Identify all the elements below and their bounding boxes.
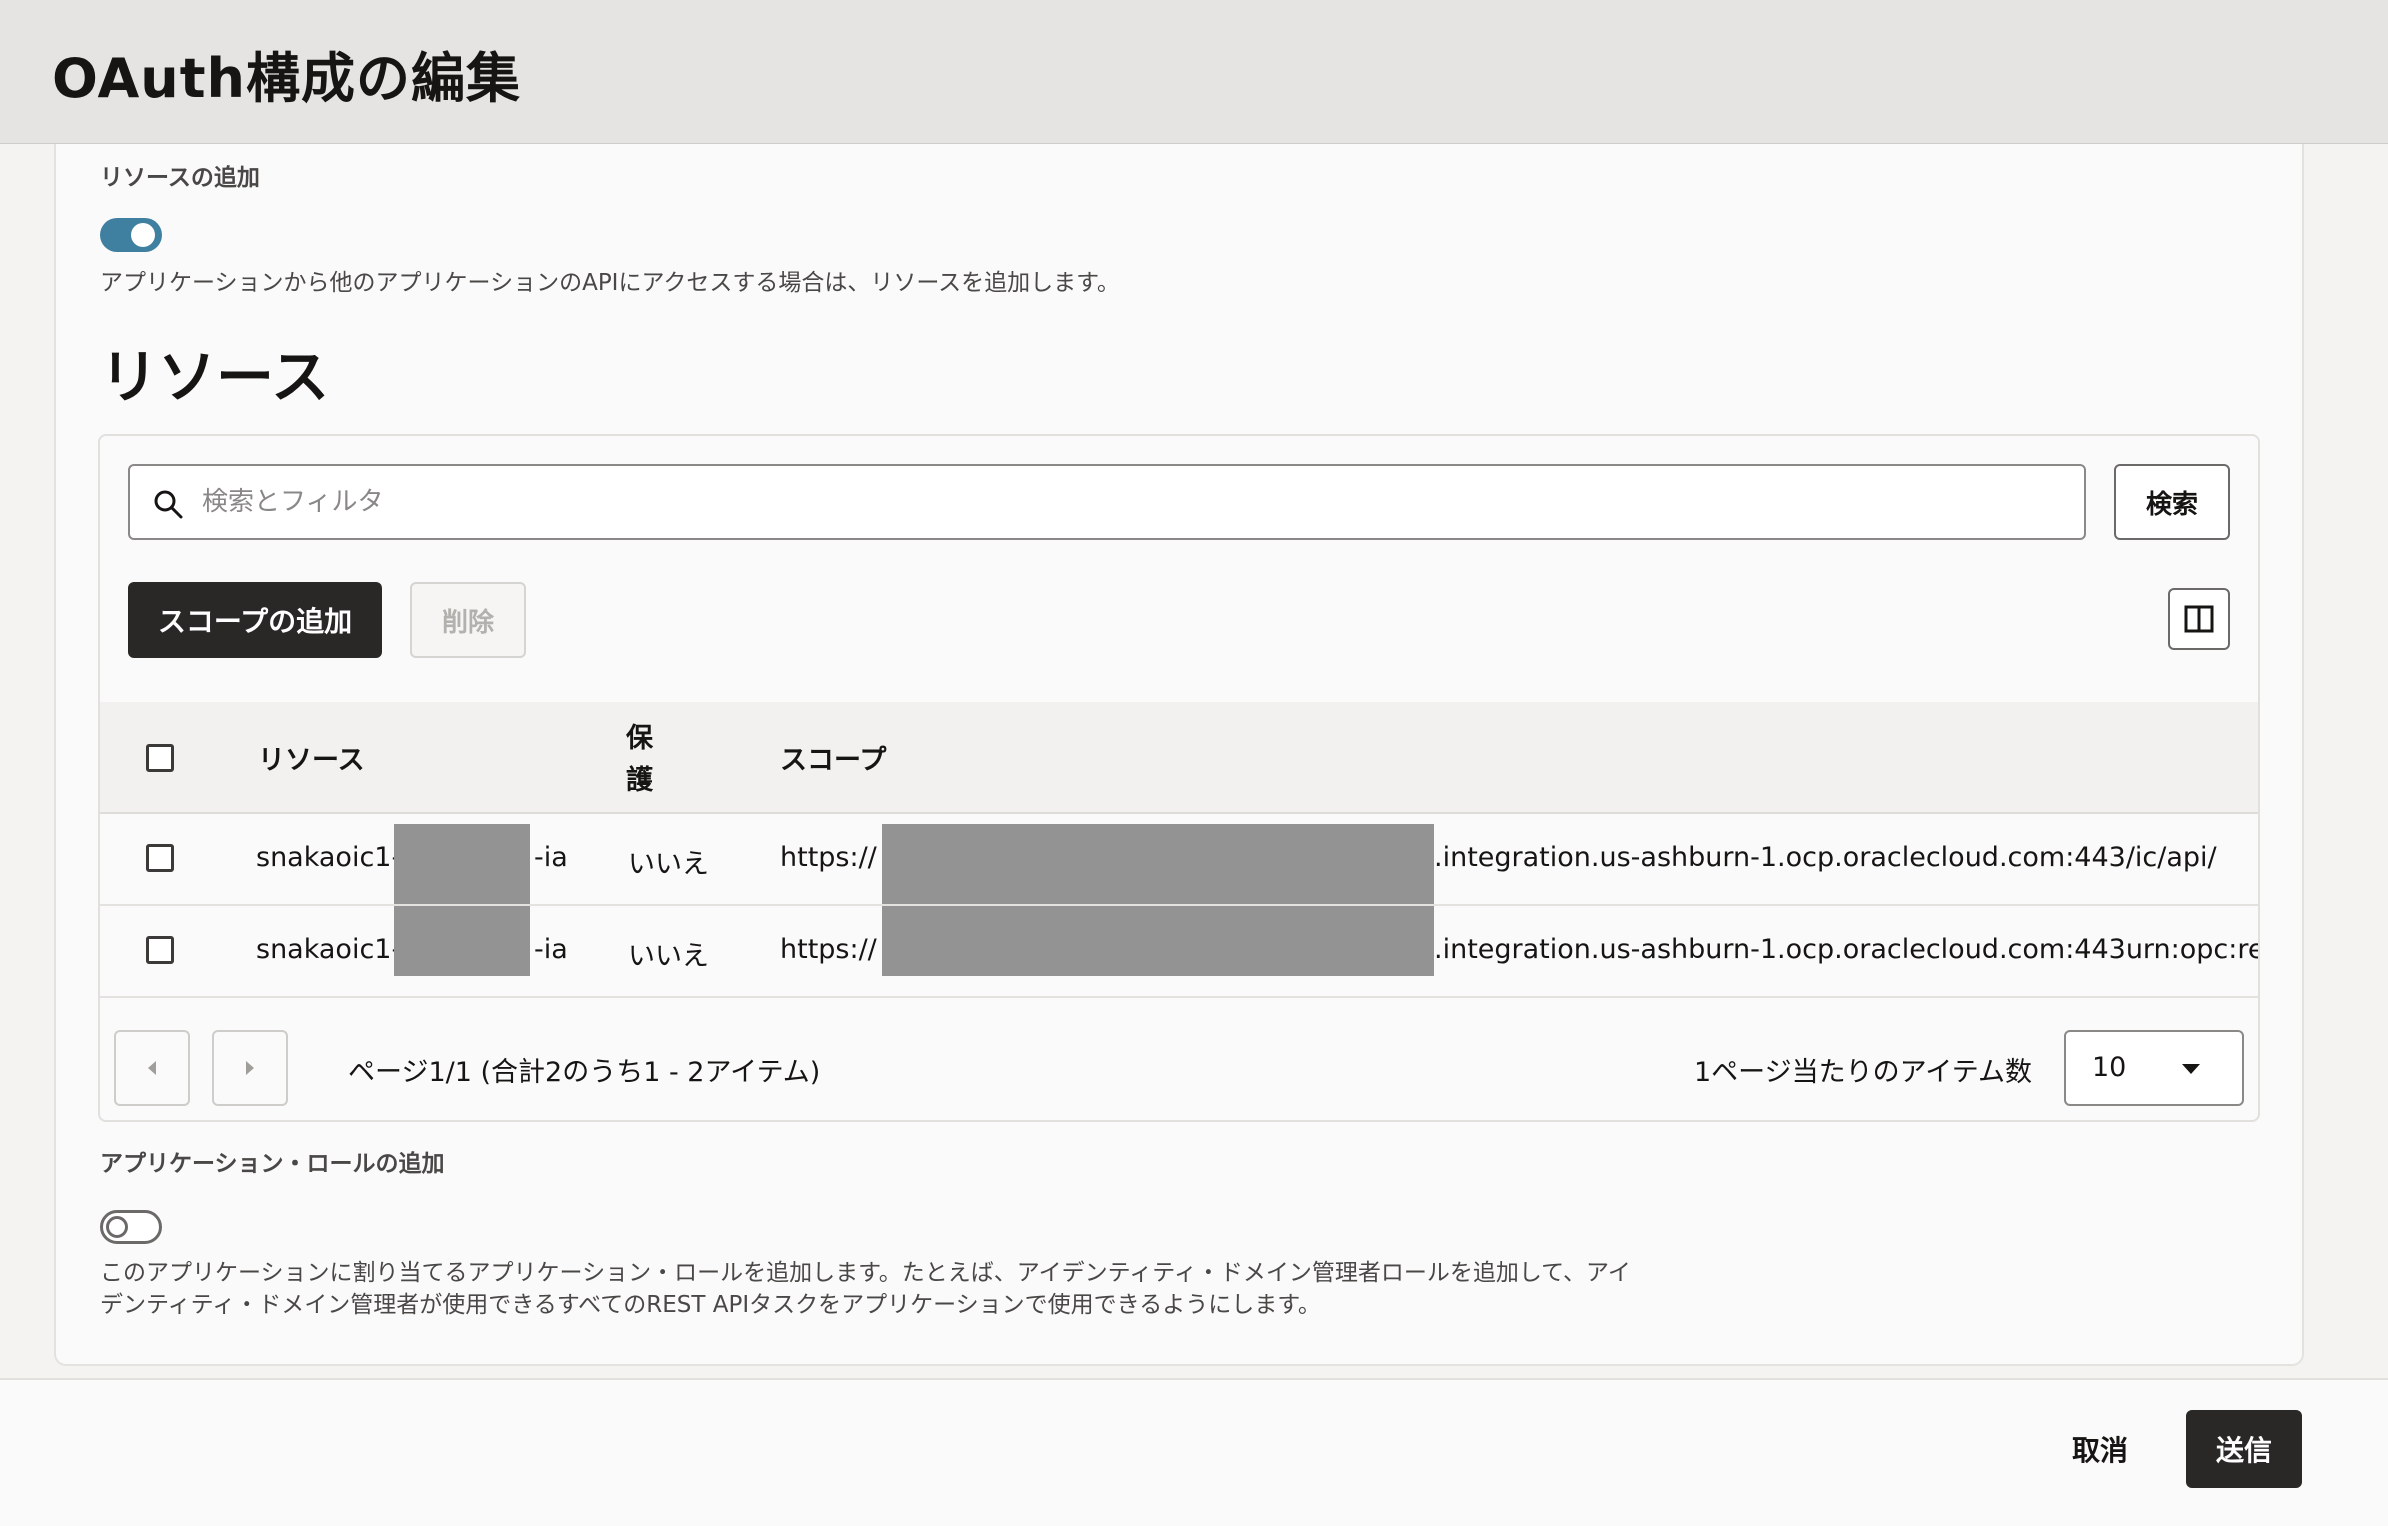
redaction-block [394, 906, 530, 976]
add-resources-label: リソースの追加 [100, 165, 260, 191]
row-checkbox[interactable] [146, 844, 174, 872]
delete-button[interactable]: 削除 [410, 582, 526, 658]
resource-prefix: snakaoic1- [256, 842, 402, 873]
resources-table-card: 検索 スコープの追加 削除 リソース 保 護 スコープ snakaoic1- -… [98, 434, 2260, 1122]
per-page-select[interactable]: 10 [2064, 1030, 2244, 1106]
caret-left-icon [148, 1061, 156, 1075]
submit-button[interactable]: 送信 [2186, 1410, 2302, 1488]
search-filter-box[interactable] [128, 464, 2086, 540]
page-header: OAuth構成の編集 [0, 0, 2388, 144]
column-header-protected-2: 護 [626, 765, 653, 796]
row-checkbox[interactable] [146, 936, 174, 964]
cancel-button[interactable]: 取消 [2046, 1410, 2154, 1488]
protected-value: いいえ [628, 849, 709, 880]
table-header: リソース 保 護 スコープ [100, 702, 2258, 814]
app-roles-help-line2: デンティティ・ドメイン管理者が使用できるすべてのREST APIタスクをアプリケ… [100, 1292, 1321, 1318]
toggle-knob [106, 1216, 128, 1238]
chevron-down-icon [2182, 1064, 2200, 1074]
redaction-block [882, 824, 1434, 904]
add-resources-help: アプリケーションから他のアプリケーションのAPIにアクセスする場合は、リソースを… [100, 270, 1120, 296]
redaction-block [882, 906, 1434, 976]
table-row[interactable]: snakaoic1- -ia いいえ https:// .integration… [100, 814, 2258, 906]
redaction-block [394, 824, 530, 904]
columns-icon [2184, 605, 2214, 633]
scope-prefix: https:// [780, 842, 877, 873]
add-app-roles-label: アプリケーション・ロールの追加 [100, 1151, 445, 1177]
add-scope-button[interactable]: スコープの追加 [128, 582, 382, 658]
column-toggle-button[interactable] [2168, 588, 2230, 650]
toggle-knob [131, 223, 155, 247]
column-header-resource[interactable]: リソース [258, 738, 365, 777]
app-roles-help-line1: このアプリケーションに割り当てるアプリケーション・ロールを追加します。たとえば、… [100, 1260, 1631, 1286]
resource-prefix: snakaoic1- [256, 934, 402, 965]
prev-page-button[interactable] [114, 1030, 190, 1106]
per-page-value: 10 [2092, 1052, 2127, 1083]
scope-suffix: .integration.us-ashburn-1.ocp.oracleclou… [1434, 934, 2258, 965]
select-all-checkbox[interactable] [146, 744, 174, 772]
caret-right-icon [246, 1061, 254, 1075]
scope-prefix: https:// [780, 934, 877, 965]
column-header-scope[interactable]: スコープ [780, 738, 886, 777]
footer-bar: 取消 送信 [0, 1378, 2388, 1526]
search-input[interactable] [202, 474, 2062, 530]
pagination-summary: ページ1/1 (合計2のうち1 - 2アイテム) [348, 1057, 821, 1088]
column-header-protected-1[interactable]: 保 [626, 716, 653, 755]
add-app-roles-toggle[interactable] [100, 1210, 162, 1244]
per-page-label: 1ページ当たりのアイテム数 [1694, 1057, 2032, 1088]
page-title: OAuth構成の編集 [52, 47, 521, 110]
table-row[interactable]: snakaoic1- -ia いいえ https:// .integration… [100, 906, 2258, 998]
next-page-button[interactable] [212, 1030, 288, 1106]
scope-suffix: .integration.us-ashburn-1.ocp.oracleclou… [1434, 842, 2217, 873]
add-resources-toggle[interactable] [100, 218, 162, 252]
protected-value: いいえ [628, 941, 709, 972]
resources-title: リソース [100, 343, 330, 411]
search-icon [154, 490, 183, 519]
search-button[interactable]: 検索 [2114, 464, 2230, 540]
resource-suffix: -ia [534, 934, 568, 965]
resource-suffix: -ia [534, 842, 568, 873]
